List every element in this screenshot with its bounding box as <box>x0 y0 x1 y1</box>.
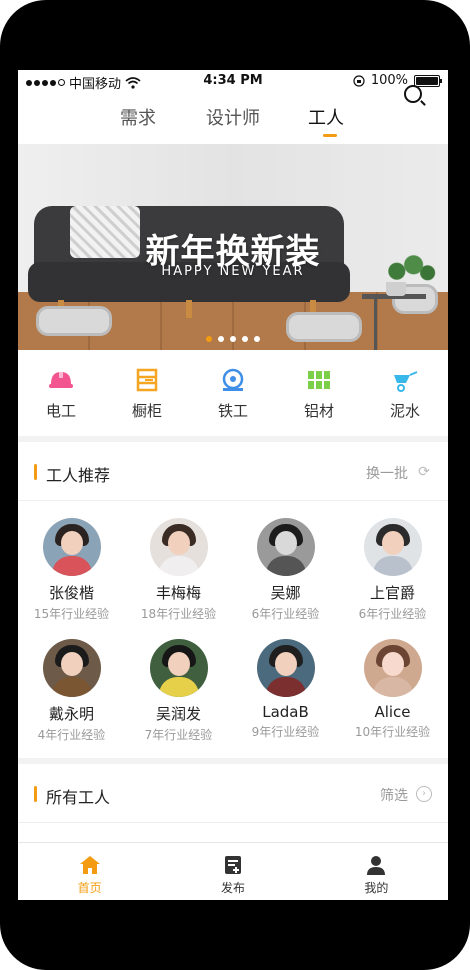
avatar <box>42 639 101 697</box>
worker-card[interactable]: 吴娜 6年行业经验 <box>232 518 339 622</box>
worker-card[interactable]: 丰梅梅 18年行业经验 <box>125 518 232 622</box>
nav-label: 首页 <box>77 881 102 895</box>
all-workers-header: 所有工人 筛选 › <box>18 772 448 816</box>
refresh-button[interactable]: 换一批 <box>366 463 408 483</box>
category-label: 泥水 <box>389 402 420 420</box>
refresh-icon[interactable]: ⟳ <box>416 464 432 480</box>
avatar <box>256 518 315 576</box>
pager-dot[interactable] <box>206 336 212 342</box>
nav-label: 发布 <box>220 881 245 895</box>
category-masonry[interactable]: 泥水 <box>362 352 448 436</box>
worker-experience: 7年行业经验 <box>144 728 213 742</box>
worker-card[interactable]: 上官爵 6年行业经验 <box>339 518 446 622</box>
section-divider <box>18 436 448 442</box>
recommend-title: 工人推荐 <box>46 466 111 485</box>
worker-name: 丰梅梅 <box>155 584 201 602</box>
battery-percent: 100% <box>370 73 408 88</box>
category-electrician[interactable]: 电工 <box>18 352 104 436</box>
worker-card[interactable]: 戴永明 4年行业经验 <box>18 639 125 743</box>
avatar <box>363 518 422 576</box>
banner-pot <box>386 282 406 296</box>
top-tabs: 需求 设计师 工人 <box>18 94 448 144</box>
window-icon <box>308 371 330 389</box>
worker-name: LadaB <box>262 703 309 721</box>
avatar <box>256 639 315 697</box>
section-divider <box>18 758 448 764</box>
tab-needs[interactable]: 需求 <box>120 104 156 130</box>
status-bar: 中国移动 4:34 PM 100% <box>18 70 448 92</box>
wheelbarrow-icon <box>394 371 418 392</box>
avatar <box>149 518 208 576</box>
nav-publish[interactable]: 发布 <box>161 843 304 900</box>
user-icon <box>367 856 386 875</box>
category-aluminum[interactable]: 铝材 <box>276 352 362 436</box>
category-ironwork[interactable]: 铁工 <box>190 352 276 436</box>
worker-card[interactable]: 张俊楷 15年行业经验 <box>18 518 125 622</box>
divider <box>18 822 448 823</box>
pager-dot[interactable] <box>242 336 248 342</box>
section-accent-bar <box>34 464 37 480</box>
worker-experience: 10年行业经验 <box>354 725 431 739</box>
tab-workers[interactable]: 工人 <box>308 104 344 130</box>
category-label: 橱柜 <box>131 402 162 420</box>
cabinet-icon <box>136 368 158 392</box>
pager-dot[interactable] <box>254 336 260 342</box>
worker-experience: 6年行业经验 <box>358 607 427 621</box>
category-label: 电工 <box>45 402 76 420</box>
battery-icon <box>414 74 442 87</box>
nav-me[interactable]: 我的 <box>305 843 448 900</box>
category-cabinet[interactable]: 橱柜 <box>104 352 190 436</box>
tab-designers[interactable]: 设计师 <box>206 104 260 130</box>
banner-pager <box>206 336 260 342</box>
bottom-nav: 首页 发布 我的 <box>18 842 448 900</box>
filter-button[interactable]: 筛选 <box>380 785 408 805</box>
sofa-leg <box>186 300 192 318</box>
worker-name: 吴润发 <box>155 705 201 723</box>
promo-banner[interactable]: 新年换新装 HAPPY NEW YEAR <box>18 144 448 350</box>
worker-experience: 6年行业经验 <box>251 607 320 621</box>
worker-name: 吴娜 <box>270 584 301 602</box>
publish-icon <box>224 856 241 874</box>
worker-experience: 18年行业经验 <box>140 607 217 621</box>
active-tab-indicator <box>323 134 337 137</box>
nav-label: 我的 <box>364 881 389 895</box>
divider <box>18 500 448 501</box>
category-label: 铝材 <box>303 402 334 420</box>
section-accent-bar <box>34 786 37 802</box>
worker-name: 张俊楷 <box>48 584 94 602</box>
worker-experience: 15年行业经验 <box>33 607 110 621</box>
worker-name: 戴永明 <box>48 705 94 723</box>
saw-icon <box>222 368 244 391</box>
recommend-header: 工人推荐 换一批 ⟳ <box>18 450 448 494</box>
search-icon[interactable] <box>404 85 422 103</box>
avatar <box>149 639 208 697</box>
all-workers-title: 所有工人 <box>46 788 111 807</box>
battery-group: 100% <box>353 73 442 88</box>
phone-frame: 中国移动 4:34 PM 100% 需求 设计师 工人 新年换新装 HAPPY … <box>0 0 470 970</box>
nav-home[interactable]: 首页 <box>18 843 161 900</box>
banner-pouf <box>286 312 362 342</box>
rotation-lock-icon <box>353 74 365 87</box>
worker-card[interactable]: 吴润发 7年行业经验 <box>125 639 232 743</box>
worker-card[interactable]: Alice 10年行业经验 <box>339 639 446 740</box>
home-icon <box>79 856 100 874</box>
chevron-right-circle-icon[interactable]: › <box>416 786 432 802</box>
worker-card[interactable]: LadaB 9年行业经验 <box>232 639 339 740</box>
banner-subtitle: HAPPY NEW YEAR <box>161 264 305 279</box>
worker-experience: 9年行业经验 <box>251 725 320 739</box>
pager-dot[interactable] <box>218 336 224 342</box>
banner-pouf <box>36 306 112 336</box>
worker-experience: 4年行业经验 <box>37 728 106 742</box>
avatar <box>42 518 101 576</box>
category-label: 铁工 <box>217 402 248 420</box>
pager-dot[interactable] <box>230 336 236 342</box>
app-screen: 中国移动 4:34 PM 100% 需求 设计师 工人 新年换新装 HAPPY … <box>18 70 448 900</box>
helmet-icon <box>49 370 73 388</box>
worker-name: Alice <box>374 703 411 721</box>
avatar <box>363 639 422 697</box>
category-row: 电工 橱柜 铁工 铝材 泥水 <box>18 352 448 436</box>
battery-fill <box>416 76 438 85</box>
worker-name: 上官爵 <box>369 584 415 602</box>
banner-side-table-leg <box>374 294 377 350</box>
